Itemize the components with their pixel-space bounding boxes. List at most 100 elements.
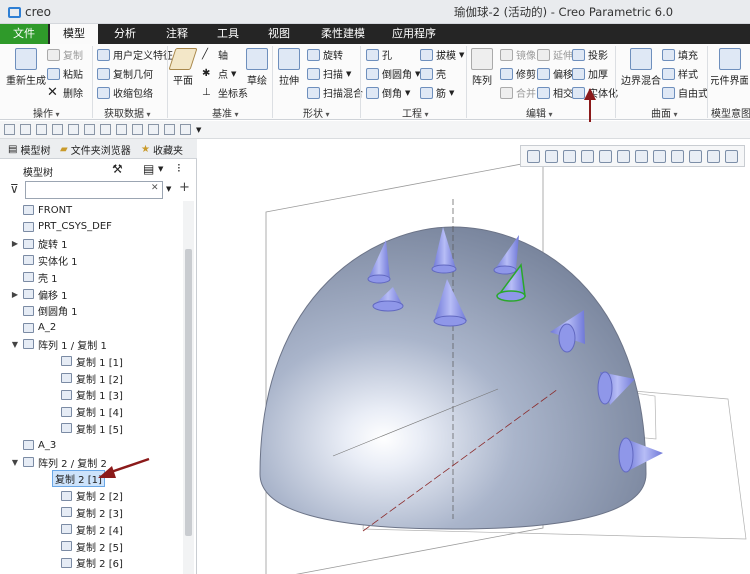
csys-button[interactable]: ⊥ 坐标系 [202,85,248,100]
shell-button[interactable]: 壳 [420,66,446,81]
repaint-icon[interactable] [580,149,594,163]
tab-favorites[interactable]: ★ 收藏夹 [141,142,183,157]
tree-item[interactable]: 复制 2 [6] [0,555,182,571]
freestyle-button[interactable]: 自由式 [662,85,708,100]
hole-button[interactable]: 孔 [366,47,392,62]
copy-geometry-button[interactable]: 复制几何 [97,66,153,81]
tree-item[interactable]: 复制 2 [1] [0,470,182,488]
extend-button[interactable]: 延伸 [537,47,573,62]
expander-icon[interactable]: ▼ [10,340,20,349]
intersect-button[interactable]: 相交 [537,85,573,100]
group-surfaces[interactable]: 曲面 [651,105,678,120]
tree-item[interactable]: 实体化 1 [0,252,182,268]
tree-search-input[interactable] [25,181,163,199]
sketch-button[interactable]: 草绘 [246,48,268,87]
new-icon[interactable] [4,124,15,135]
more-icon[interactable]: ⁝ [177,161,181,175]
trim-button[interactable]: 修剪 [500,66,536,81]
tree-item[interactable]: ▼ 阵列 1 / 复制 1 [0,336,182,352]
group-datum[interactable]: 基准 [212,105,239,120]
tree-item[interactable]: 复制 1 [4] [0,404,182,420]
paste-button[interactable]: 粘贴 [47,66,83,81]
merge-button[interactable]: 合并 [500,85,536,100]
style-button[interactable]: 样式 [662,66,698,81]
tab-model[interactable]: 模型 [50,24,98,44]
group-shapes[interactable]: 形状 [303,105,330,120]
group-model-intent[interactable]: 模型意图 [711,105,750,120]
filter-icon[interactable] [148,124,159,135]
refit-icon[interactable] [526,149,540,163]
scrollbar-thumb[interactable] [185,249,192,536]
plane-button[interactable]: 平面 [168,48,198,87]
tree-item[interactable]: 复制 2 [3] [0,504,182,520]
customize-dropdown-icon[interactable]: ▼ [196,126,201,134]
tree-item[interactable]: 复制 1 [5] [0,420,182,436]
save-icon[interactable] [36,124,47,135]
display-style-icon[interactable] [598,149,612,163]
add-filter-icon[interactable]: + [179,180,190,195]
tree-item[interactable]: 壳 1 [0,269,182,285]
folder-icon[interactable] [180,124,191,135]
tree-item[interactable]: 复制 2 [5] [0,538,182,554]
tree-item[interactable]: PRT_CSYS_DEF [0,219,182,235]
saved-orientations-icon[interactable] [616,149,630,163]
datum-display-icon[interactable] [689,149,703,163]
tab-model-tree[interactable]: ▤ 模型树 [8,142,50,157]
group-editing[interactable]: 编辑 [526,105,553,120]
tab-tools[interactable]: 工具 [208,24,248,44]
spin-center-icon[interactable] [707,149,721,163]
tab-folder-browser[interactable]: ▰ 文件夹浏览器 [60,142,131,157]
zoom-in-icon[interactable] [544,149,558,163]
component-interface-button[interactable]: 元件界面 [711,48,748,87]
group-get-data[interactable]: 获取数据 [104,105,151,120]
tree-item[interactable]: 复制 1 [1] [0,353,182,369]
group-operations[interactable]: 操作 [33,105,60,120]
redo-icon[interactable] [68,124,79,135]
tab-flexible-modeling[interactable]: 柔性建模 [308,24,378,44]
swept-blend-button[interactable]: 扫描混合 [307,85,363,100]
axis-button[interactable]: ╱ 轴 [202,47,228,62]
settings-icon[interactable]: ⚒ [112,162,123,176]
perspective-icon[interactable] [653,149,667,163]
tree-item[interactable]: 倒圆角 1 [0,303,182,319]
model-canvas[interactable] [198,139,750,574]
windows-icon[interactable] [100,124,111,135]
pattern-button[interactable]: 阵列 [471,48,493,87]
extrude-button[interactable]: 拉伸 [278,48,300,87]
open-icon[interactable] [20,124,31,135]
project-button[interactable]: 投影 [572,47,608,62]
tree-item[interactable]: ▶ 旋转 1 [0,236,182,252]
tree-item[interactable]: ▶ 偏移 1 [0,286,182,302]
tab-view[interactable]: 视图 [259,24,299,44]
filter-icon[interactable]: ⊽ [10,182,19,196]
tree-item[interactable]: 复制 1 [2] [0,370,182,386]
tree-item[interactable]: FRONT [0,202,182,218]
undo-icon[interactable] [52,124,63,135]
group-engineering[interactable]: 工程 [402,105,429,120]
close-window-icon[interactable] [116,124,127,135]
clear-search-icon[interactable]: ✕ [151,183,159,193]
copy-button[interactable]: 复制 [47,47,83,62]
graphics-window[interactable] [198,139,750,574]
expander-icon[interactable]: ▶ [10,290,20,299]
tree-item[interactable]: 复制 2 [2] [0,488,182,504]
zoom-out-icon[interactable] [562,149,576,163]
expander-icon[interactable]: ▶ [10,239,20,248]
chamfer-button[interactable]: 倒角 ▼ [366,85,410,100]
tab-applications[interactable]: 应用程序 [384,24,444,44]
tree-item[interactable]: A_3 [0,437,182,453]
draft-button[interactable]: 拔模 ▼ [420,47,464,62]
tree-item[interactable]: A_2 [0,320,182,336]
display-icon[interactable] [132,124,143,135]
chevron-down-icon[interactable]: ▼ [158,165,163,173]
tree-item[interactable]: ▼ 阵列 2 / 复制 2 [0,454,182,470]
animation-icon[interactable] [725,149,739,163]
view-manager-icon[interactable] [635,149,648,163]
select-icon[interactable] [164,124,175,135]
round-button[interactable]: 倒圆角 ▼ [366,66,420,81]
boundary-blend-button[interactable]: 边界混合 [621,48,661,87]
point-button[interactable]: ✱ 点 ▼ [202,66,236,81]
chevron-down-icon[interactable]: ▼ [166,185,171,193]
tree-item[interactable]: 复制 1 [3] [0,387,182,403]
delete-button[interactable]: ✕ 删除 [47,85,83,100]
